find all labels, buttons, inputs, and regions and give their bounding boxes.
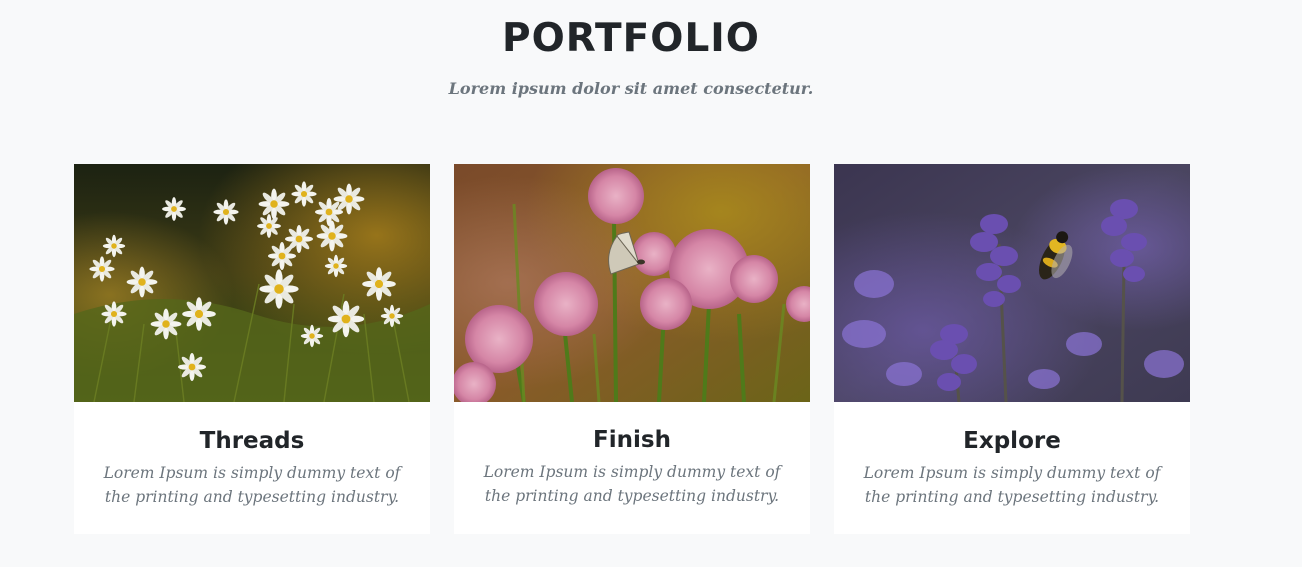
lavender-bee-image [834, 164, 1190, 402]
portfolio-item-description: Lorem Ipsum is simply dummy text of the … [103, 464, 401, 506]
portfolio-item-title: Finish [593, 427, 671, 453]
portfolio-item-title: Threads [199, 428, 305, 454]
portfolio-item-image-link[interactable] [74, 164, 430, 402]
portfolio-item-image-link[interactable] [454, 164, 810, 402]
section-title: PORTFOLIO [502, 16, 760, 61]
portfolio-item-image-link[interactable] [834, 164, 1190, 402]
section-subtitle: Lorem ipsum dolor sit amet consectetur. [448, 79, 814, 98]
pink-flowers-image [454, 164, 810, 402]
portfolio-item-explore[interactable]: Explore Lorem Ipsum is simply dummy text… [834, 164, 1190, 534]
portfolio-item-description: Lorem Ipsum is simply dummy text of the … [863, 464, 1161, 506]
daisies-image [74, 164, 430, 402]
portfolio-item-description: Lorem Ipsum is simply dummy text of the … [483, 463, 781, 505]
portfolio-item-threads[interactable]: Threads Lorem Ipsum is simply dummy text… [74, 164, 430, 534]
portfolio-item-finish[interactable]: Finish Lorem Ipsum is simply dummy text … [454, 164, 810, 534]
portfolio-caption: Explore Lorem Ipsum is simply dummy text… [834, 402, 1190, 534]
portfolio-caption: Threads Lorem Ipsum is simply dummy text… [74, 402, 430, 534]
portfolio-caption: Finish Lorem Ipsum is simply dummy text … [454, 402, 810, 534]
portfolio-item-title: Explore [963, 428, 1061, 454]
